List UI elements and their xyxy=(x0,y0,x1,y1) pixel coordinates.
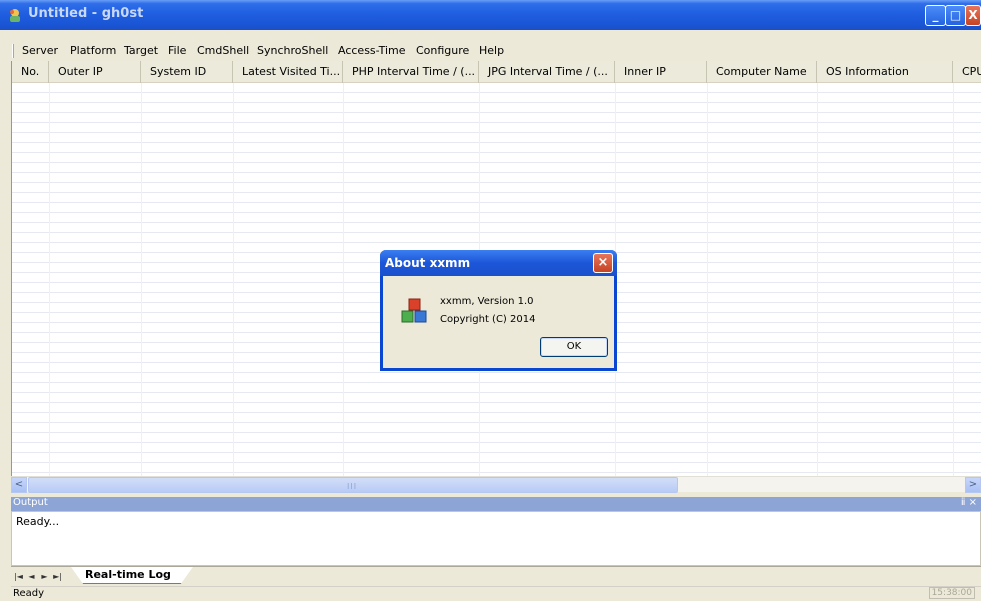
prev-tab-icon[interactable]: ◄ xyxy=(26,572,37,583)
col-no[interactable]: No. xyxy=(12,61,49,83)
status-clock: 15:38:00 xyxy=(928,587,975,599)
horizontal-scrollbar[interactable]: < III > xyxy=(11,476,981,493)
col-system-id[interactable]: System ID xyxy=(141,61,233,83)
status-bar: Ready 15:38:00 xyxy=(11,586,981,601)
first-tab-icon[interactable]: |◄ xyxy=(13,572,24,583)
col-outer-ip[interactable]: Outer IP xyxy=(49,61,141,83)
col-os-information[interactable]: OS Information xyxy=(817,61,953,83)
output-log[interactable]: Ready... xyxy=(11,511,981,566)
app-icon xyxy=(10,9,20,22)
about-dialog[interactable]: About xxmm × xxmm, Version 1.0 Copyright… xyxy=(380,250,617,371)
ok-button[interactable]: OK xyxy=(540,337,608,357)
log-line: Ready... xyxy=(16,515,60,528)
col-divider xyxy=(817,83,818,476)
status-text: Ready xyxy=(13,588,45,599)
output-title: Output xyxy=(13,497,48,508)
col-inner-ip[interactable]: Inner IP xyxy=(615,61,707,83)
dialog-title: About xxmm xyxy=(385,256,471,270)
menu-platform[interactable]: Platform xyxy=(70,44,116,57)
col-divider xyxy=(49,83,50,476)
col-divider xyxy=(343,83,344,476)
scroll-thumb[interactable]: III xyxy=(28,477,678,493)
col-divider xyxy=(953,83,954,476)
menu-access-time[interactable]: Access-Time xyxy=(338,44,406,57)
menu-grip xyxy=(12,44,14,58)
list-header: No. Outer IP System ID Latest Visited Ti… xyxy=(12,61,981,83)
last-tab-icon[interactable]: ►| xyxy=(52,572,63,583)
col-divider xyxy=(233,83,234,476)
col-computer-name[interactable]: Computer Name xyxy=(707,61,817,83)
menu-configure[interactable]: Configure xyxy=(416,44,469,57)
menu-help[interactable]: Help xyxy=(479,44,504,57)
close-button[interactable]: X xyxy=(965,5,981,26)
dialog-copyright-text: Copyright (C) 2014 xyxy=(440,314,536,325)
menu-cmdshell[interactable]: CmdShell xyxy=(197,44,249,57)
menu-target[interactable]: Target xyxy=(124,44,158,57)
col-latest-visited[interactable]: Latest Visited Ti... xyxy=(233,61,343,83)
dialog-titlebar[interactable]: About xxmm × xyxy=(380,250,617,276)
pane-pin-close-icon[interactable]: ⅱ × xyxy=(961,497,977,508)
col-divider xyxy=(141,83,142,476)
maximize-button[interactable]: □ xyxy=(945,5,966,26)
output-pane-header: Output ⅱ × xyxy=(11,497,981,511)
col-cpu[interactable]: CPU xyxy=(953,61,981,83)
scroll-right-button[interactable]: > xyxy=(965,477,981,493)
menu-file[interactable]: File xyxy=(168,44,186,57)
col-php-interval[interactable]: PHP Interval Time / (... xyxy=(343,61,479,83)
dialog-version-text: xxmm, Version 1.0 xyxy=(440,296,534,307)
col-divider xyxy=(707,83,708,476)
tab-real-time-log[interactable]: Real-time Log xyxy=(71,567,193,584)
scroll-left-button[interactable]: < xyxy=(11,477,27,493)
menu-synchroshell[interactable]: SynchroShell xyxy=(257,44,328,57)
window-titlebar[interactable]: Untitled - gh0st _ □ X xyxy=(0,0,981,30)
next-tab-icon[interactable]: ► xyxy=(39,572,50,583)
window-title: Untitled - gh0st xyxy=(28,6,144,21)
col-jpg-interval[interactable]: JPG Interval Time / (... xyxy=(479,61,615,83)
menu-server[interactable]: Server xyxy=(22,44,58,57)
app-cubes-icon xyxy=(401,298,427,323)
dialog-close-button[interactable]: × xyxy=(593,253,613,273)
minimize-button[interactable]: _ xyxy=(925,5,946,26)
scroll-grip: III xyxy=(347,482,358,491)
tab-strip: |◄ ◄ ► ►| Real-time Log xyxy=(11,566,981,586)
menu-bar: Server Platform Target File CmdShell Syn… xyxy=(0,41,981,60)
